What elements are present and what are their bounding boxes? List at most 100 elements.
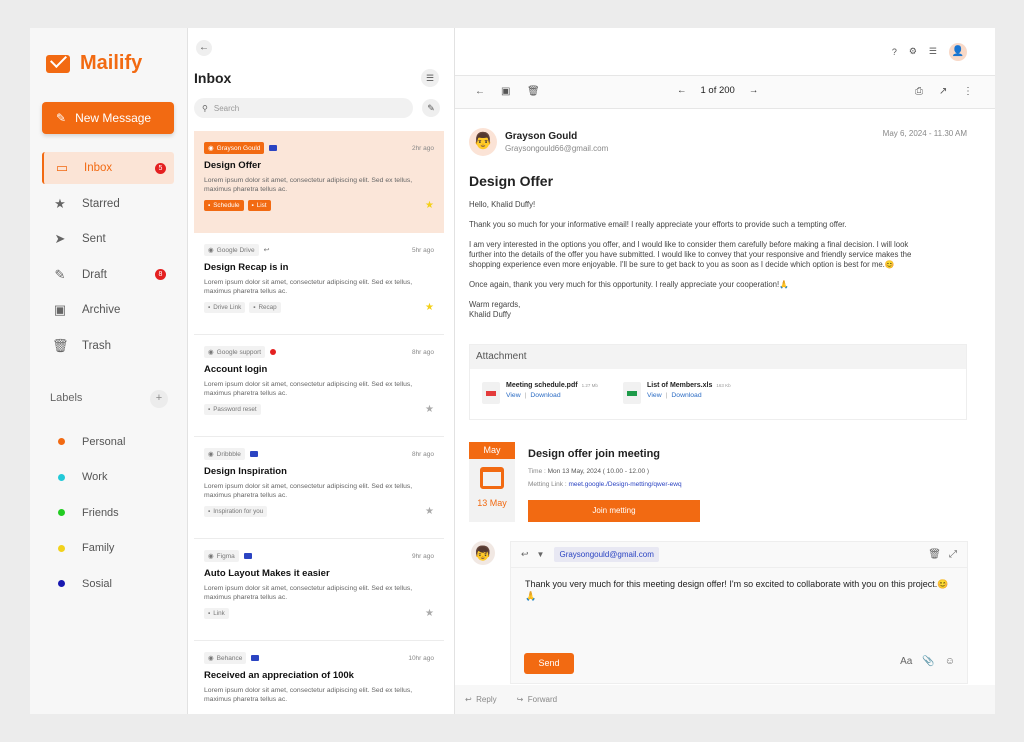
download-link[interactable]: Download [671, 392, 701, 399]
pager: ← 1 of 200 → [677, 85, 758, 96]
star-icon[interactable]: ★ [425, 506, 434, 517]
trash-icon[interactable]: 🗑 [527, 86, 540, 97]
star-icon[interactable]: ★ [425, 608, 434, 619]
mail-tag[interactable]: ▪ List [247, 200, 271, 211]
mail-tag[interactable]: ▪ Schedule [204, 200, 244, 211]
reply-button[interactable]: ↩ Reply [465, 695, 497, 704]
mail-tag[interactable]: ▪ Inspiration for you [204, 506, 268, 517]
pdf-file-icon [482, 382, 500, 404]
mail-logo-icon [46, 54, 70, 73]
mail-list-item[interactable]: ◉ Dribbble 8hr ago Design Inspiration Lorem … [194, 437, 444, 539]
add-label-button[interactable]: + [150, 390, 168, 408]
mail-list-item[interactable]: ◉ Google Drive ↩ 5hr ago Design Recap is in L… [194, 233, 444, 335]
more-vertical-icon[interactable]: ⋮ [963, 86, 973, 97]
tag-icon: ▪ [208, 304, 211, 311]
tag-label: List [256, 202, 267, 209]
download-link[interactable]: Download [530, 392, 560, 399]
paperclip-icon[interactable]: 📎 [922, 656, 934, 667]
mail-title: Design Offer [469, 173, 554, 189]
mail-source: ◉ Google support [204, 346, 266, 358]
sidebar-item-inbox[interactable]: ▭ Inbox 5 [42, 152, 174, 184]
mail-list-item[interactable]: ◉ Behance 10hr ago Received an appreciation… [194, 641, 444, 714]
mail-tag[interactable]: ▪ Recap [249, 302, 281, 313]
reply-arrow-icon[interactable]: ↩ [521, 549, 529, 560]
mail-tags: ▪ Password reset ★ [204, 404, 434, 415]
reply-recipient[interactable]: Graysongould@gmail.com [554, 547, 659, 562]
join-meeting-button[interactable]: Join metting [528, 500, 700, 522]
star-icon[interactable]: ★ [425, 200, 434, 211]
chevron-down-icon[interactable]: ▼ [537, 550, 545, 559]
view-link[interactable]: View [506, 392, 521, 399]
labels-list: Personal Work Friends Family Sosial [58, 424, 125, 602]
mail-time: 8hr ago [411, 450, 434, 458]
star-icon[interactable]: ★ [425, 404, 434, 415]
mail-list-panel: ← Inbox ☰ ⚲ ✎ ◉Grayson Gould2hr agoDesig… [188, 28, 455, 714]
trash-icon[interactable]: 🗑 [928, 549, 941, 560]
label-name: Sosial [82, 577, 112, 590]
search-input[interactable] [213, 103, 394, 113]
sidebar-item-archive[interactable]: ▣ Archive [42, 294, 174, 326]
prev-arrow-icon[interactable]: ← [677, 85, 687, 96]
forward-button[interactable]: ↪ Forward [517, 695, 558, 704]
sidebar-item-starred[interactable]: ★ Starred [42, 188, 174, 220]
label-item[interactable]: Friends [58, 495, 125, 531]
reply-text[interactable]: Thank you very much for this meeting des… [511, 568, 967, 613]
open-external-icon[interactable]: ↗ [939, 86, 947, 97]
mail-tag[interactable]: ▪ Link [204, 608, 229, 619]
mail-subject: Design Recap is in [204, 262, 289, 273]
sidebar-item-sent[interactable]: ➤ Sent [42, 223, 174, 255]
send-button[interactable]: Send [524, 653, 574, 674]
star-icon[interactable]: ★ [425, 302, 434, 313]
mail-tag[interactable]: ▪ Password reset [204, 404, 261, 415]
menu-icon[interactable]: ☰ [929, 46, 937, 57]
label-item[interactable]: Personal [58, 424, 125, 460]
back-arrow-icon[interactable]: ← [475, 86, 485, 97]
emoji-icon[interactable]: ☺ [945, 656, 955, 667]
search-box[interactable]: ⚲ [194, 98, 413, 118]
mail-tags: ▪ Link ★ [204, 608, 434, 619]
mail-preview: Lorem ipsum dolor sit amet, consectetur … [204, 687, 413, 703]
signature-name: Khalid Duffy [469, 310, 511, 319]
mail-list-item[interactable]: ◉ Google support 8hr ago Account login Lorem… [194, 335, 444, 437]
filter-icon[interactable]: ☰ [421, 69, 439, 87]
new-message-button[interactable]: ✎ New Message [42, 102, 174, 134]
meeting-info: Design offer join meeting Time : Mon 13 … [528, 448, 682, 488]
compose-icon[interactable]: ✎ [422, 99, 440, 117]
mail-source: ◉ Google Drive [204, 244, 259, 256]
mail-type-icon [269, 145, 278, 151]
avatar[interactable]: 👤 [949, 42, 967, 61]
attachment-file: Meeting schedule.pdf 1.27 Mb View | Downloa… [482, 382, 598, 404]
mail-list-item[interactable]: ◉ Figma 9hr ago Auto Layout Makes it easier… [194, 539, 444, 641]
logo[interactable]: Mailify [46, 52, 142, 75]
view-link[interactable]: View [647, 392, 662, 399]
tag-label: Recap [258, 304, 277, 311]
mail-time: 10hr ago [408, 654, 434, 662]
expand-icon[interactable]: ⤢ [949, 549, 957, 560]
back-arrow-icon[interactable]: ← [196, 40, 212, 56]
label-name: Family [82, 542, 115, 555]
sidebar-item-draft[interactable]: ✎ Draft 8 [42, 259, 174, 291]
label-item[interactable]: Sosial [58, 566, 125, 602]
help-icon[interactable]: ? [892, 47, 897, 57]
source-label: Google support [216, 348, 262, 356]
print-icon[interactable]: ⎙ [915, 86, 923, 97]
mail-preview: Lorem ipsum dolor sit amet, consectetur … [204, 177, 413, 193]
meeting-link[interactable]: meet.google./Design-metting/qwer-ewq [568, 481, 681, 488]
meeting-link-label: Metting Link : [528, 481, 567, 488]
footer-actions: ↩ Reply ↪ Forward [455, 685, 995, 714]
mail-source: ◉ Figma [204, 550, 239, 562]
text-format-icon[interactable]: Aa [900, 656, 912, 667]
gear-icon[interactable]: ⚙ [909, 46, 917, 57]
mail-tag[interactable]: ▪ Drive Link [204, 302, 246, 313]
attachment-file: List of Members.xls 163 Kb View | Download [623, 382, 731, 404]
sidebar-item-trash[interactable]: 🗑 Trash [42, 330, 174, 362]
mail-tags: ▪ Drive Link ▪ Recap ★ [204, 302, 434, 313]
mail-subject: Design Offer [204, 160, 262, 171]
label-item[interactable]: Family [58, 531, 125, 567]
mail-time: 5hr ago [411, 246, 434, 254]
archive-icon[interactable]: ▣ [501, 86, 510, 97]
label-item[interactable]: Work [58, 460, 125, 496]
next-arrow-icon[interactable]: → [749, 85, 759, 96]
reading-pane: ? ⚙ ☰ 👤 ← ▣ 🗑 ← 1 of 200 → ⎙ ↗ ⋮ 👨 Grays… [455, 28, 995, 714]
mail-list-item[interactable]: ◉ Grayson Gould 2hr ago Design Offer Lorem i… [194, 131, 444, 233]
